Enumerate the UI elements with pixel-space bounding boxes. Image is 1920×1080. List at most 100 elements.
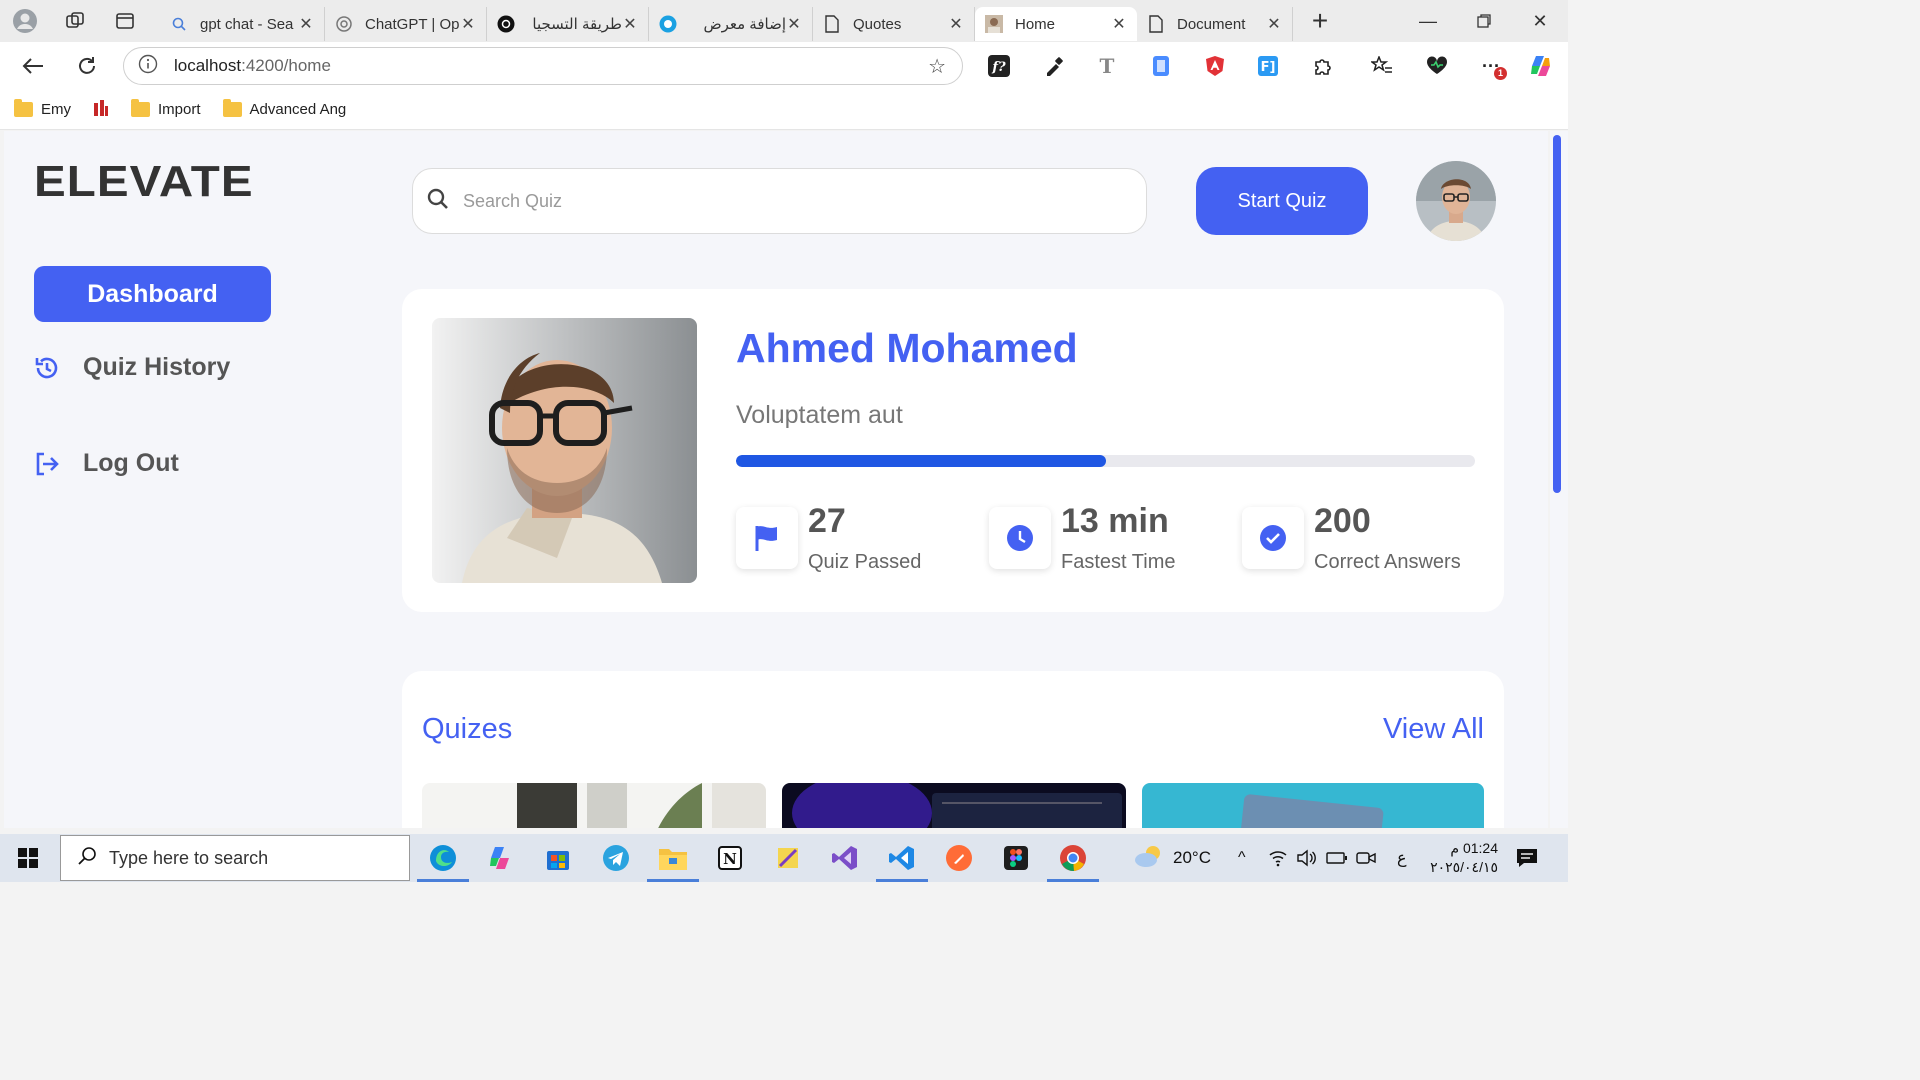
more-options-icon[interactable]: ··· 1 <box>1477 52 1507 80</box>
vscode-app-icon[interactable] <box>876 840 928 882</box>
color-picker-icon[interactable] <box>1040 52 1068 80</box>
tab-document[interactable]: Document ✕ <box>1137 7 1293 41</box>
taskbar-search[interactable]: Type here to search <box>60 835 410 881</box>
close-icon[interactable]: ✕ <box>298 14 314 34</box>
tab-quotes[interactable]: Quotes ✕ <box>813 7 975 41</box>
search-bar[interactable] <box>412 168 1147 234</box>
telegram-app-icon[interactable] <box>598 840 634 876</box>
quizes-section: Quizes View All <box>402 671 1504 828</box>
show-hidden-icons[interactable]: ^ <box>1238 834 1246 882</box>
figma-app-icon[interactable] <box>998 840 1034 876</box>
tab-title: طريقة التسجيا <box>532 16 622 33</box>
browser-address-bar: localhost:4200/home ☆ f? T F] ··· 1 <box>0 42 1568 90</box>
quiz-card-thumbnail[interactable] <box>782 783 1126 828</box>
tab-arabic-register[interactable]: طريقة التسجيا ✕ <box>487 7 649 41</box>
network-icon[interactable] <box>1268 834 1288 882</box>
dashboard-button[interactable]: Dashboard <box>34 266 271 322</box>
copy-extension-icon[interactable] <box>1147 52 1175 80</box>
windows-start-icon[interactable] <box>18 848 38 868</box>
search-input[interactable] <box>463 190 1113 212</box>
restore-icon[interactable] <box>1456 0 1512 42</box>
quiz-card-thumbnail[interactable] <box>1142 783 1484 828</box>
tab-home[interactable]: Home ✕ <box>975 7 1137 41</box>
profile-icon[interactable] <box>0 0 50 42</box>
angular-extension-icon[interactable] <box>1201 52 1229 80</box>
notion-app-icon[interactable]: N <box>712 840 748 876</box>
paint-app-icon[interactable] <box>770 840 806 876</box>
tab-arabic-gallery[interactable]: إضافة معرض ✕ <box>649 7 813 41</box>
postman-app-icon[interactable] <box>941 840 977 876</box>
fonts-ninja-icon[interactable]: F] <box>1254 52 1282 80</box>
document-icon <box>823 15 841 33</box>
minimize-icon[interactable]: — <box>1400 0 1456 42</box>
svg-text:N: N <box>723 850 737 868</box>
new-tab-icon[interactable]: + <box>1293 0 1347 42</box>
bookmark-label: Emy <box>41 101 71 118</box>
back-icon[interactable] <box>6 42 60 90</box>
font-extension-icon[interactable]: f? <box>985 52 1013 80</box>
battery-icon[interactable] <box>1326 834 1348 882</box>
bookmark-app[interactable] <box>93 99 109 121</box>
view-all-link[interactable]: View All <box>1383 713 1484 746</box>
user-avatar[interactable] <box>1416 161 1496 241</box>
meet-now-icon[interactable] <box>1356 834 1376 882</box>
visual-studio-icon[interactable] <box>827 840 863 876</box>
user-name: Ahmed Mohamed <box>736 325 1078 371</box>
stat-value: 200 <box>1314 502 1371 540</box>
clock[interactable]: 01:24 م ٢٠٢٥/٠٤/١٥ <box>1428 834 1498 882</box>
favorite-star-icon[interactable]: ☆ <box>928 54 946 79</box>
bookmark-folder-import[interactable]: Import <box>131 99 201 118</box>
openai-icon <box>335 15 353 33</box>
close-icon[interactable]: ✕ <box>460 14 476 34</box>
workspaces-icon[interactable] <box>50 0 100 42</box>
quiz-card-thumbnail[interactable] <box>422 783 766 828</box>
tab-gpt-chat-search[interactable]: gpt chat - Sea ✕ <box>160 7 325 41</box>
avatar-icon <box>985 15 1003 33</box>
close-icon[interactable]: ✕ <box>1266 14 1282 34</box>
tab-chatgpt[interactable]: ChatGPT | Op ✕ <box>325 7 487 41</box>
logout-link[interactable]: Log Out <box>34 449 179 478</box>
stat-quiz-passed: 27 Quiz Passed <box>736 503 921 574</box>
puzzle-extensions-icon[interactable] <box>1308 52 1336 80</box>
start-quiz-button[interactable]: Start Quiz <box>1196 167 1368 235</box>
store-app-icon[interactable] <box>540 840 576 876</box>
tab-title: إضافة معرض <box>703 16 786 33</box>
info-icon[interactable] <box>138 54 174 78</box>
flag-icon <box>736 507 798 569</box>
search-icon <box>427 188 449 215</box>
file-explorer-icon[interactable] <box>647 840 699 882</box>
input-language[interactable]: ع <box>1397 834 1407 882</box>
check-circle-icon <box>1242 507 1304 569</box>
copilot-app-icon[interactable] <box>482 840 518 876</box>
app-logo[interactable]: ELEVATE <box>34 157 254 207</box>
bookmarks-bar: Emy Import Advanced Ang <box>0 90 1568 130</box>
close-icon[interactable]: ✕ <box>622 14 638 34</box>
notification-icon[interactable] <box>1516 834 1538 882</box>
copilot-icon[interactable] <box>1527 52 1555 80</box>
page-scrollbar[interactable] <box>1550 131 1568 828</box>
scrollbar-thumb[interactable] <box>1553 135 1561 493</box>
tab-actions-icon[interactable] <box>100 0 150 42</box>
text-extension-icon[interactable]: T <box>1093 52 1121 80</box>
logout-label: Log Out <box>83 449 179 477</box>
tab-title: Quotes <box>853 15 902 33</box>
favorites-icon[interactable] <box>1368 52 1396 80</box>
clock-date: ٢٠٢٥/٠٤/١٥ <box>1430 859 1498 875</box>
app-icon <box>93 99 109 121</box>
bookmark-folder-advanced-ang[interactable]: Advanced Ang <box>222 99 346 118</box>
close-window-icon[interactable]: ✕ <box>1512 0 1568 42</box>
volume-icon[interactable] <box>1296 834 1316 882</box>
url-bar[interactable]: localhost:4200/home ☆ <box>123 47 963 85</box>
bookmark-folder-emy[interactable]: Emy <box>14 99 71 118</box>
weather-widget[interactable]: 20°C <box>1133 834 1211 882</box>
edge-app-icon[interactable] <box>417 840 469 882</box>
profile-card: Ahmed Mohamed Voluptatem aut 27 Quiz Pas… <box>402 289 1504 612</box>
quiz-history-link[interactable]: Quiz History <box>34 353 230 382</box>
close-icon[interactable]: ✕ <box>786 14 802 34</box>
reload-icon[interactable] <box>60 42 114 90</box>
folder-icon <box>222 99 242 117</box>
browser-health-icon[interactable] <box>1423 52 1451 80</box>
close-icon[interactable]: ✕ <box>948 14 964 34</box>
chrome-app-icon[interactable] <box>1047 840 1099 882</box>
close-icon[interactable]: ✕ <box>1111 14 1127 34</box>
